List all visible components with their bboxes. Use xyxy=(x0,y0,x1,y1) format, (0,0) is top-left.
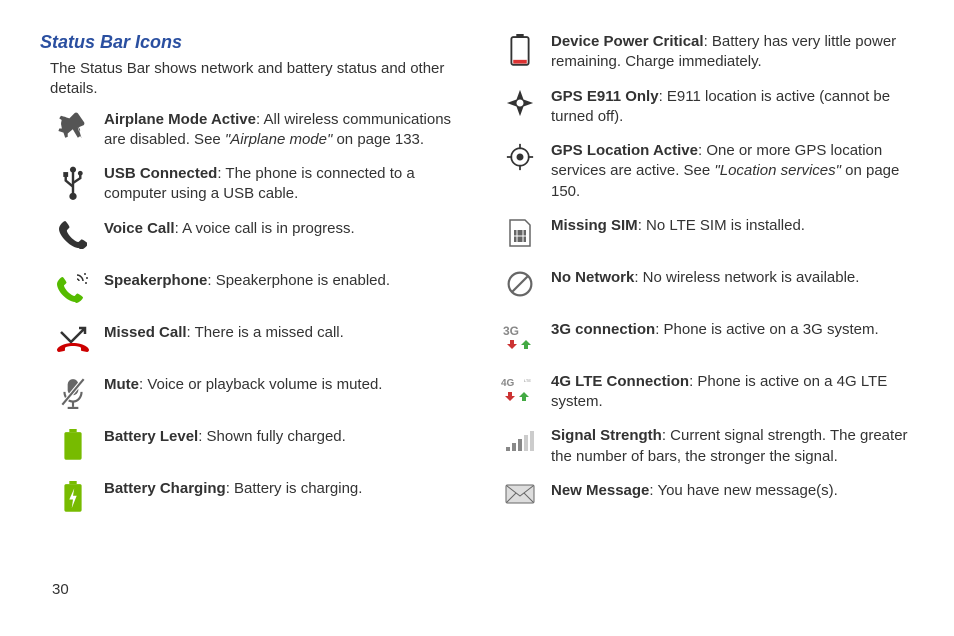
usb-icon xyxy=(50,164,96,200)
left-column: Status Bar Icons The Status Bar shows ne… xyxy=(40,32,457,533)
no-network-text: No Network: No wireless network is avail… xyxy=(543,268,914,288)
svg-text:4G: 4G xyxy=(501,378,515,389)
gps-e911-text: GPS E911 Only: E911 location is active (… xyxy=(543,87,914,128)
speakerphone-icon xyxy=(50,271,96,305)
battery-level-text: Battery Level: Shown fully charged. xyxy=(96,427,457,447)
battery-charging-icon xyxy=(50,479,96,513)
mute-row: Mute: Voice or playback volume is muted. xyxy=(50,375,457,413)
battery-full-icon xyxy=(50,427,96,461)
missed-call-row: Missed Call: There is a missed call. xyxy=(50,323,457,361)
gps-e911-icon xyxy=(497,87,543,117)
new-message-text: New Message: You have new message(s). xyxy=(543,481,914,501)
missing-sim-row: Missing SIM: No LTE SIM is installed. xyxy=(497,216,914,254)
mute-icon xyxy=(50,375,96,409)
voice-call-text: Voice Call: A voice call is in progress. xyxy=(96,219,457,239)
airplane-row: Airplane Mode Active: All wireless commu… xyxy=(50,110,457,151)
missed-call-text: Missed Call: There is a missed call. xyxy=(96,323,457,343)
svg-text:LTE: LTE xyxy=(524,378,531,383)
4g-lte-icon: 4G LTE xyxy=(497,372,543,404)
missing-sim-text: Missing SIM: No LTE SIM is installed. xyxy=(543,216,914,236)
battery-charging-row: Battery Charging: Battery is charging. xyxy=(50,479,457,517)
gps-active-icon xyxy=(497,141,543,171)
missed-call-icon xyxy=(50,323,96,355)
sim-icon xyxy=(497,216,543,248)
new-message-row: New Message: You have new message(s). xyxy=(497,481,914,519)
section-heading: Status Bar Icons xyxy=(40,32,457,53)
power-critical-row: Device Power Critical: Battery has very … xyxy=(497,32,914,73)
no-network-row: No Network: No wireless network is avail… xyxy=(497,268,914,306)
usb-row: USB Connected: The phone is connected to… xyxy=(50,164,457,205)
speakerphone-text: Speakerphone: Speakerphone is enabled. xyxy=(96,271,457,291)
airplane-text: Airplane Mode Active: All wireless commu… xyxy=(96,110,457,151)
phone-icon xyxy=(50,219,96,249)
intro-text: The Status Bar shows network and battery… xyxy=(50,59,457,100)
battery-charging-text: Battery Charging: Battery is charging. xyxy=(96,479,457,499)
signal-bars-icon xyxy=(497,426,543,454)
battery-level-row: Battery Level: Shown fully charged. xyxy=(50,427,457,465)
signal-row: Signal Strength: Current signal strength… xyxy=(497,426,914,467)
gps-e911-row: GPS E911 Only: E911 location is active (… xyxy=(497,87,914,128)
4g-text: 4G LTE Connection: Phone is active on a … xyxy=(543,372,914,413)
3g-icon: 3G xyxy=(497,320,543,352)
gps-active-text: GPS Location Active: One or more GPS loc… xyxy=(543,141,914,202)
usb-text: USB Connected: The phone is connected to… xyxy=(96,164,457,205)
no-network-icon xyxy=(497,268,543,298)
speakerphone-row: Speakerphone: Speakerphone is enabled. xyxy=(50,271,457,309)
signal-text: Signal Strength: Current signal strength… xyxy=(543,426,914,467)
page-content: Status Bar Icons The Status Bar shows ne… xyxy=(0,0,954,553)
page-number: 30 xyxy=(52,581,69,598)
gps-active-row: GPS Location Active: One or more GPS loc… xyxy=(497,141,914,202)
voice-call-row: Voice Call: A voice call is in progress. xyxy=(50,219,457,257)
4g-row: 4G LTE 4G LTE Connection: Phone is active… xyxy=(497,372,914,413)
power-critical-text: Device Power Critical: Battery has very … xyxy=(543,32,914,73)
right-column: Device Power Critical: Battery has very … xyxy=(497,32,914,533)
envelope-icon xyxy=(497,481,543,505)
battery-critical-icon xyxy=(497,32,543,66)
mute-text: Mute: Voice or playback volume is muted. xyxy=(96,375,457,395)
3g-text: 3G connection: Phone is active on a 3G s… xyxy=(543,320,914,340)
airplane-icon xyxy=(50,110,96,142)
3g-row: 3G 3G connection: Phone is active on a 3… xyxy=(497,320,914,358)
svg-text:3G: 3G xyxy=(503,324,519,338)
